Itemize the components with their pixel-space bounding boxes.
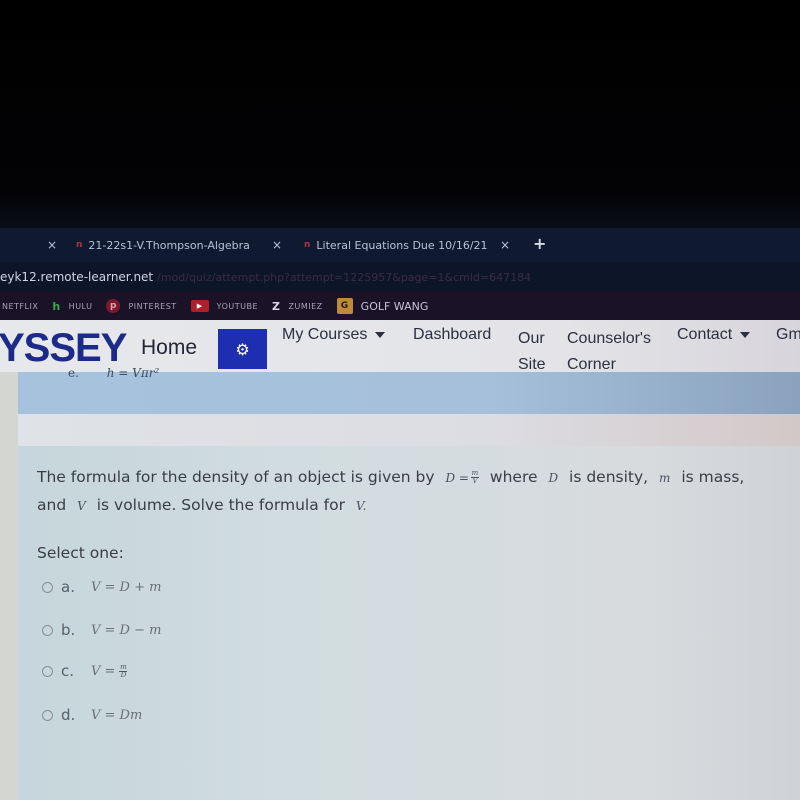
variable-d: D xyxy=(548,471,559,485)
bookmark-label: YOUTUBE xyxy=(216,301,259,311)
question-text-segment: is volume. Solve the formula for xyxy=(96,496,345,514)
equation-lhs: V = xyxy=(91,663,116,679)
question-panel: The formula for the density of an object… xyxy=(18,446,800,800)
option-fraction: mD xyxy=(119,662,128,679)
tab-label: Literal Equations Due 10/16/21 xyxy=(316,238,488,252)
nav-contact[interactable]: Contact xyxy=(677,326,751,344)
previous-question-panel: e. h = Vπr² xyxy=(18,366,800,414)
nav-label: Counselor's xyxy=(567,330,651,347)
fraction-denominator: V xyxy=(472,477,478,485)
tab-label: 21-22s1-V.Thompson-Algebra xyxy=(88,238,250,252)
bookmark-label: GOLF WANG xyxy=(360,299,429,313)
site-logo[interactable]: YSSEY xyxy=(0,326,127,371)
tab-previous[interactable]: × xyxy=(0,228,60,262)
site-navbar: YSSEY Home ⚙ My Courses Dashboard Our Si… xyxy=(0,320,800,373)
course-favicon-icon: n xyxy=(304,240,311,250)
url-path: /mod/quiz/attempt.php?attempt=1225957&pa… xyxy=(157,270,532,284)
golf-wang-icon: G xyxy=(336,298,353,314)
caret-down-icon xyxy=(375,331,386,338)
answer-option-d[interactable]: d. V = Dm xyxy=(42,704,142,726)
url-host: eyk12.remote-learner.net xyxy=(0,270,154,284)
quiz-page: YSSEY Home ⚙ My Courses Dashboard Our Si… xyxy=(0,320,800,800)
option-letter: e. xyxy=(68,366,79,380)
fraction-numerator: m xyxy=(120,662,127,671)
question-text: The formula for the density of an object… xyxy=(37,464,787,520)
close-tab-icon[interactable]: × xyxy=(47,238,57,252)
youtube-icon: ▶ xyxy=(190,300,209,312)
answer-option-b[interactable]: b. V = D − m xyxy=(42,619,161,641)
previous-option: e. h = Vπr² xyxy=(68,366,159,380)
bookmark-golf-wang[interactable]: G GOLF WANG xyxy=(336,298,429,314)
nav-label: Gm xyxy=(776,326,800,343)
formula-lhs: D = xyxy=(445,471,469,485)
nav-label: Dashboard xyxy=(413,326,492,343)
course-favicon-icon: n xyxy=(76,240,83,250)
radio-button[interactable] xyxy=(42,624,53,636)
variable-v: V. xyxy=(355,499,367,513)
nav-label: Our xyxy=(518,330,545,347)
question-text-segment: where xyxy=(489,468,538,486)
bookmark-label: HULU xyxy=(68,301,93,311)
option-letter: c. xyxy=(61,662,75,680)
radio-button[interactable] xyxy=(42,665,53,677)
bookmarks-bar: NETFLIX h HULU p PINTEREST ▶ YOUTUBE Z Z… xyxy=(0,292,800,320)
nav-home[interactable]: Home xyxy=(141,336,197,360)
radio-button[interactable] xyxy=(42,709,53,721)
question-text-segment: is density, xyxy=(569,468,649,486)
nav-counselors-corner[interactable]: Counselor's Corner xyxy=(567,326,651,378)
option-letter: b. xyxy=(61,621,76,639)
bookmark-netflix[interactable]: NETFLIX xyxy=(2,302,38,311)
nav-my-courses[interactable]: My Courses xyxy=(282,326,386,344)
tab-literal-equations[interactable]: n Literal Equations Due 10/16/21 × xyxy=(304,228,510,262)
settings-button[interactable]: ⚙ xyxy=(218,329,267,369)
radio-button[interactable] xyxy=(42,581,53,593)
bookmark-label: NETFLIX xyxy=(2,301,39,311)
question-text-segment: and xyxy=(37,496,67,514)
bookmark-pinterest[interactable]: p PINTEREST xyxy=(106,299,176,313)
close-tab-icon[interactable]: × xyxy=(272,238,282,252)
bookmark-zumiez[interactable]: Z ZUMIEZ xyxy=(272,300,323,313)
variable-v: V xyxy=(77,499,86,513)
variable-m: m xyxy=(659,471,671,485)
option-letter: d. xyxy=(61,706,76,724)
bookmark-hulu[interactable]: h HULU xyxy=(52,300,92,313)
tab-bar: × n 21-22s1-V.Thompson-Algebra × n Liter… xyxy=(0,228,800,262)
answer-option-a[interactable]: a. V = D + m xyxy=(42,576,161,598)
option-equation: V = D − m xyxy=(91,622,162,638)
option-equation: V = Dm xyxy=(91,707,143,723)
fraction-denominator: D xyxy=(120,670,127,679)
panel-separator xyxy=(18,414,800,446)
nav-gm[interactable]: Gm xyxy=(776,326,800,344)
nav-our-site[interactable]: Our Site xyxy=(518,326,546,378)
answer-option-c[interactable]: c. V = mD xyxy=(42,660,133,682)
gears-icon: ⚙ xyxy=(235,339,250,359)
page-margin xyxy=(0,372,18,800)
screen-bezel xyxy=(0,0,800,228)
nav-label: Contact xyxy=(677,326,733,343)
new-tab-button[interactable]: + xyxy=(533,234,546,253)
pinterest-icon: p xyxy=(106,299,121,313)
option-letter: a. xyxy=(61,578,75,596)
hulu-icon: h xyxy=(52,299,61,313)
formula-fraction: mV xyxy=(470,469,479,485)
question-text-segment: The formula for the density of an object… xyxy=(37,468,435,486)
option-equation: h = Vπr² xyxy=(106,366,160,380)
zumiez-icon: Z xyxy=(272,299,281,313)
option-equation: V = D + m xyxy=(91,579,162,595)
close-tab-icon[interactable]: × xyxy=(500,238,510,252)
tab-algebra-course[interactable]: n 21-22s1-V.Thompson-Algebra × xyxy=(76,228,282,262)
nav-label: My Courses xyxy=(282,326,368,343)
bookmark-label: PINTEREST xyxy=(128,301,177,311)
address-bar[interactable]: eyk12.remote-learner.net /mod/quiz/attem… xyxy=(0,262,800,292)
bookmark-label: ZUMIEZ xyxy=(288,301,323,311)
caret-down-icon xyxy=(740,331,751,338)
select-one-label: Select one: xyxy=(37,544,124,562)
nav-dashboard[interactable]: Dashboard xyxy=(413,326,491,344)
bookmark-youtube[interactable]: ▶ YOUTUBE xyxy=(190,300,259,312)
question-text-segment: is mass, xyxy=(681,468,745,486)
option-equation: V = mD xyxy=(91,662,133,679)
fraction-numerator: m xyxy=(471,469,479,477)
